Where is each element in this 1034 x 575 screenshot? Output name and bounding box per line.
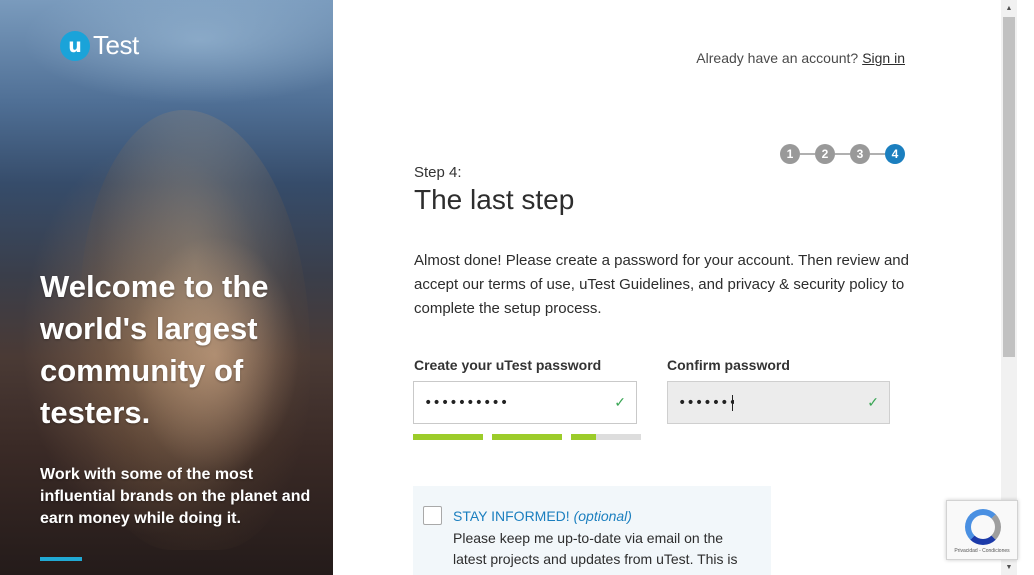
page-title: The last step [414,184,575,215]
confirm-password-label: Confirm password [667,357,790,373]
check-icon: ✓ [614,394,626,410]
strength-fill [571,434,596,440]
confirm-password-field[interactable]: ✓ [667,381,890,424]
logo-badge: u [60,30,90,61]
strength-segment [492,434,562,440]
signin-prompt-text: Already have an account? [696,50,859,66]
utest-logo[interactable]: u Test [60,30,139,61]
strength-fill [492,434,562,440]
logo-text: Test [93,30,139,60]
confirm-password-input[interactable] [678,394,734,411]
hero-subtitle: Work with some of the most influential b… [40,466,311,527]
step-connector [800,153,815,155]
recaptcha-icon [965,509,1001,545]
step-connector [835,153,850,155]
strength-segment [571,434,641,440]
recaptcha-footer: Privacidad - Condiciones [954,548,1010,554]
hero-panel: u Test Welcome to the world's largest co… [0,0,333,575]
scroll-thumb[interactable] [1003,17,1015,357]
check-icon: ✓ [867,394,879,410]
text-caret [732,394,733,411]
signin-prompt: Already have an account? Sign in [696,50,905,66]
hero-title: Welcome to the world's largest community… [40,269,269,430]
strength-fill [413,434,483,440]
page-scrollbar[interactable]: ▲ ▼ [1001,0,1017,575]
scroll-down-arrow-icon[interactable]: ▼ [1001,559,1017,575]
password-label: Create your uTest password [414,357,602,373]
strength-segment [413,434,483,440]
step-dot-1: 1 [780,144,800,164]
hero-accent-bar [40,557,82,561]
stay-informed-checkbox[interactable] [423,506,442,525]
password-input[interactable] [424,394,609,411]
stay-informed-title: STAY INFORMED! (optional) [453,508,632,524]
step-indicator: 1 2 3 4 [780,144,905,164]
signin-link[interactable]: Sign in [862,50,905,66]
stay-informed-text: Please keep me up-to-date via email on t… [453,530,738,567]
scroll-up-arrow-icon[interactable]: ▲ [1001,0,1017,16]
optional-tag: (optional) [573,508,632,524]
password-field[interactable]: ✓ [413,381,637,424]
step-connector [870,153,885,155]
step-dot-3: 3 [850,144,870,164]
password-strength-meter [413,434,641,440]
step-dot-4: 4 [885,144,905,164]
recaptcha-badge[interactable]: Privacidad - Condiciones [946,500,1018,560]
stay-informed-panel: STAY INFORMED! (optional) Please keep me… [413,486,771,575]
stay-informed-heading: STAY INFORMED! [453,508,570,524]
step-label: Step 4: [414,164,462,181]
step-description: Almost done! Please create a password fo… [414,252,909,317]
step-dot-2: 2 [815,144,835,164]
